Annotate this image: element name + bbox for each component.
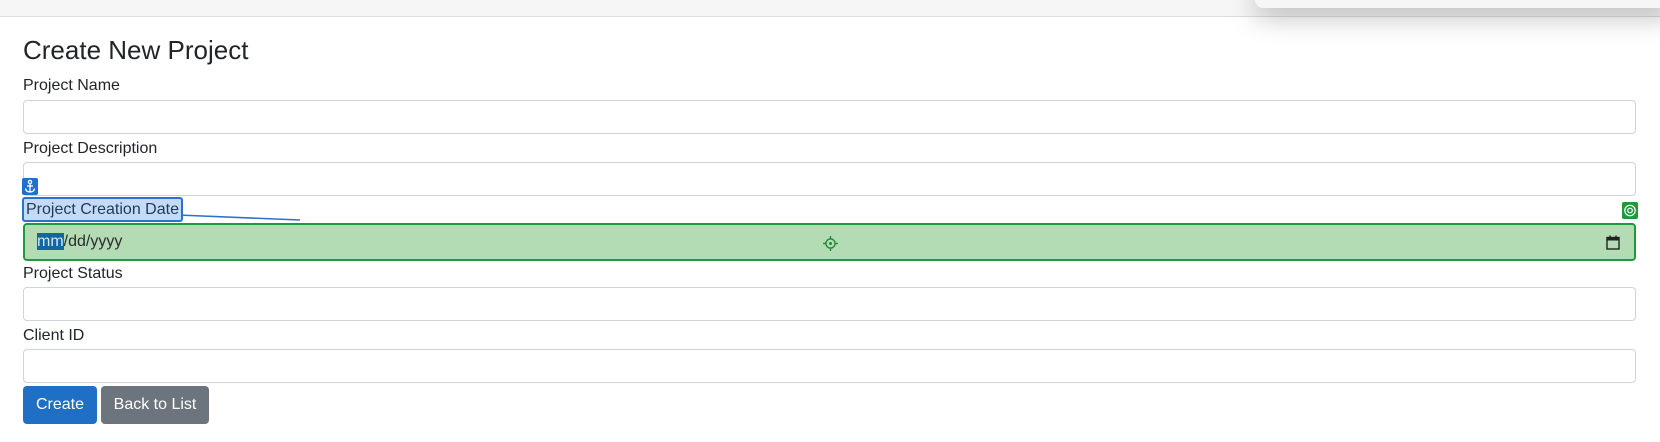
target-icon [1622,202,1638,219]
crosshair-icon [823,236,838,256]
project-creation-date-label: Project Creation Date [22,197,183,222]
date-rest-segment[interactable]: /dd/yyyy [64,233,123,250]
date-month-segment[interactable]: mm [37,233,64,250]
create-button[interactable]: Create [23,386,97,424]
client-id-label: Client ID [23,327,85,344]
project-creation-date-input[interactable]: mm/dd/yyyy [23,223,1636,261]
project-status-label: Project Status [23,265,123,282]
date-placeholder: mm/dd/yyyy [37,232,122,252]
client-id-input[interactable] [23,349,1636,383]
back-to-list-button[interactable]: Back to List [101,386,209,424]
project-status-input[interactable] [23,287,1636,321]
calendar-icon[interactable] [1606,235,1620,255]
